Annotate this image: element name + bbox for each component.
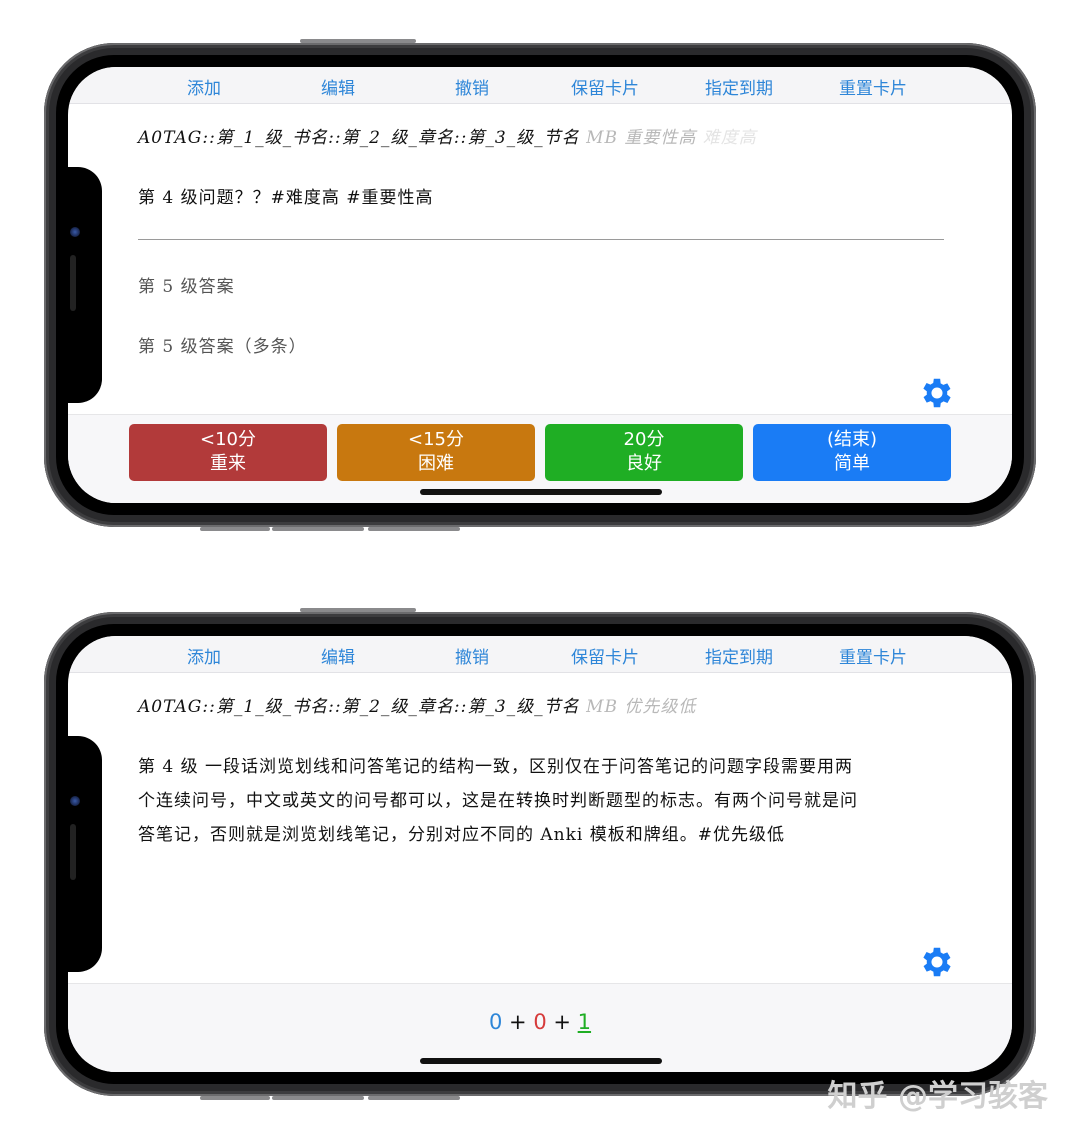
content-line: 答笔记，否则就是浏览划线笔记，分别对应不同的 Anki 模板和牌组。#优先级低 (138, 825, 786, 845)
tags-main: A0TAG::第_1_级_书名::第_2_级_章名::第_3_级_节名 (138, 697, 580, 717)
side-button (368, 1096, 460, 1100)
set-due-button[interactable]: 指定到期 (684, 74, 794, 99)
good-interval: 20分 (623, 429, 665, 450)
card-counts: 0 + 0 + 1 (68, 1010, 1012, 1034)
content-line: 第 4 级 一段话浏览划线和问答笔记的结构一致，区别仅在于问答笔记的问题字段需要… (138, 757, 854, 777)
again-interval: <10分 (200, 429, 256, 450)
gear-icon[interactable] (918, 374, 956, 412)
side-button (272, 527, 364, 531)
front-camera (70, 227, 80, 237)
toolbar: 添加 编辑 撤销 保留卡片 指定到期 重置卡片 (68, 636, 1012, 673)
again-label: 重来 (210, 453, 246, 474)
undo-button[interactable]: 撤销 (417, 643, 527, 668)
again-button[interactable]: <10分 重来 (129, 424, 327, 481)
side-button (300, 39, 416, 43)
hard-button[interactable]: <15分 困难 (337, 424, 535, 481)
count-separator: + (509, 1010, 527, 1034)
add-button[interactable]: 添加 (149, 643, 259, 668)
tags-main: A0TAG::第_1_级_书名::第_2_级_章名::第_3_级_节名 (138, 128, 580, 148)
bury-card-button[interactable]: 保留卡片 (550, 74, 660, 99)
easy-button[interactable]: (结束) 简单 (753, 424, 951, 481)
bury-card-button[interactable]: 保留卡片 (550, 643, 660, 668)
phone-frame-bottom: 添加 编辑 撤销 保留卡片 指定到期 重置卡片 A0TAG::第_1_级_书名:… (44, 608, 1036, 1100)
reset-card-button[interactable]: 重置卡片 (818, 643, 928, 668)
reset-card-button[interactable]: 重置卡片 (818, 74, 928, 99)
easy-label: 简单 (834, 453, 870, 474)
card-tags: A0TAG::第_1_级_书名::第_2_级_章名::第_3_级_节名 MB 优… (138, 692, 696, 717)
tags-faded: MB 重要性高 (586, 128, 697, 148)
edit-button[interactable]: 编辑 (283, 643, 393, 668)
count-separator: + (553, 1010, 571, 1034)
easy-interval: (结束) (826, 429, 878, 450)
watermark: 知乎 @学习骇客 (827, 1079, 1048, 1114)
review-count: 1 (577, 1010, 592, 1034)
home-indicator[interactable] (420, 1058, 662, 1064)
edit-button[interactable]: 编辑 (283, 74, 393, 99)
add-button[interactable]: 添加 (149, 74, 259, 99)
side-button (368, 527, 460, 531)
card-content: 第 4 级 一段话浏览划线和问答笔记的结构一致，区别仅在于问答笔记的问题字段需要… (138, 750, 938, 852)
learn-count: 0 (533, 1010, 547, 1034)
content-line: 个连续问号，中文或英文的问号都可以，这是在转换时判断题型的标志。有两个问号就是问 (138, 791, 858, 811)
new-count: 0 (488, 1010, 503, 1034)
screen: 添加 编辑 撤销 保留卡片 指定到期 重置卡片 A0TAG::第_1_级_书名:… (68, 67, 1012, 503)
undo-button[interactable]: 撤销 (417, 74, 527, 99)
question-text: 第 4 级问题？？#难度高 #重要性高 (138, 188, 434, 208)
good-label: 良好 (626, 453, 662, 474)
set-due-button[interactable]: 指定到期 (684, 643, 794, 668)
side-button (200, 527, 270, 531)
answer-text: 第 5 级答案 (138, 277, 235, 297)
side-button (300, 608, 416, 612)
home-indicator[interactable] (420, 489, 662, 495)
notch (56, 736, 102, 972)
toolbar: 添加 编辑 撤销 保留卡片 指定到期 重置卡片 (68, 67, 1012, 104)
speaker (70, 255, 76, 311)
notch (56, 167, 102, 403)
side-button (200, 1096, 270, 1100)
answer-divider (138, 239, 944, 240)
screen: 添加 编辑 撤销 保留卡片 指定到期 重置卡片 A0TAG::第_1_级_书名:… (68, 636, 1012, 1072)
answer-text: 第 5 级答案（多条） (138, 337, 307, 357)
tags-faded: MB 优先级低 (586, 697, 697, 717)
hard-interval: <15分 (408, 429, 464, 450)
card-tags: A0TAG::第_1_级_书名::第_2_级_章名::第_3_级_节名 MB 重… (138, 123, 757, 148)
front-camera (70, 796, 80, 806)
gear-icon[interactable] (918, 943, 956, 981)
speaker (70, 824, 76, 880)
hard-label: 困难 (418, 453, 454, 474)
tags-faded-more: 难度高 (702, 128, 757, 148)
good-button[interactable]: 20分 良好 (545, 424, 743, 481)
phone-frame-top: 添加 编辑 撤销 保留卡片 指定到期 重置卡片 A0TAG::第_1_级_书名:… (44, 39, 1036, 531)
side-button (272, 1096, 364, 1100)
